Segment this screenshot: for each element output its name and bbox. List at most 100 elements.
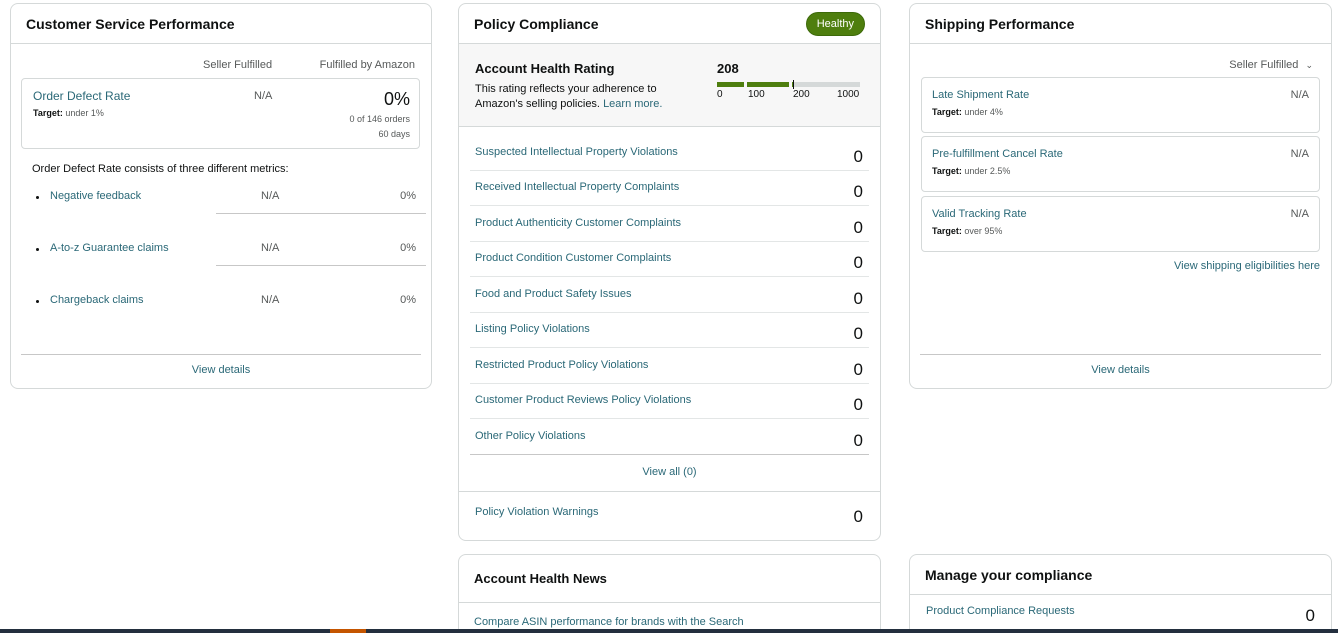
policy-row-value: 0 [853, 395, 863, 414]
policy-divider [459, 491, 880, 492]
odr-target-label: Target: [33, 108, 63, 118]
listing-policy-violations-link[interactable]: Listing Policy Violations [475, 323, 590, 335]
late-shipment-value: N/A [1290, 89, 1309, 101]
policy-row: Restricted Product Policy Violations 0 [470, 348, 869, 384]
odr-period: 60 days [378, 129, 410, 139]
policy-row: Listing Policy Violations 0 [470, 312, 869, 348]
footer-divider [21, 354, 421, 355]
ahr-score: 208 [717, 61, 739, 76]
odr-seller-value: N/A [254, 90, 273, 102]
col-fulfilled-by-amazon: Fulfilled by Amazon [319, 59, 415, 71]
shipping-eligibilities-link[interactable]: View shipping eligibilities here [1174, 260, 1320, 272]
learn-more-link[interactable]: Learn more. [603, 98, 662, 110]
policy-violation-warnings-link[interactable]: Policy Violation Warnings [475, 506, 599, 518]
negative-feedback-link[interactable]: Negative feedback [50, 190, 141, 202]
policy-row-value: 0 [853, 218, 863, 237]
manage-header: Manage your compliance [910, 555, 1331, 595]
col-seller-fulfilled: Seller Fulfilled [203, 59, 273, 71]
reviews-policy-violations-link[interactable]: Customer Product Reviews Policy Violatio… [475, 394, 691, 406]
policy-row-value: 0 [853, 182, 863, 201]
valid-tracking-rate-box: Valid Tracking Rate Target: over 95% N/A [921, 196, 1320, 252]
account-health-news-card: Account Health News Compare ASIN perform… [458, 554, 881, 633]
target-label: Target: [932, 166, 962, 176]
bullet [36, 196, 39, 199]
other-policy-violations-link[interactable]: Other Policy Violations [475, 430, 585, 442]
ahr-tick-200: 200 [793, 89, 810, 100]
metric-row-negative-feedback: Negative feedback N/A 0% [36, 190, 426, 242]
policy-row-value: 0 [853, 147, 863, 166]
order-defect-rate-box: Order Defect Rate Target: under 1% N/A 0… [21, 78, 420, 149]
manage-title: Manage your compliance [925, 566, 1093, 583]
product-compliance-requests-link[interactable]: Product Compliance Requests [926, 605, 1075, 617]
target-label: Target: [932, 226, 962, 236]
late-shipment-rate-box: Late Shipment Rate Target: under 4% N/A [921, 77, 1320, 133]
target-value: under 4% [964, 107, 1003, 117]
ahr-title: Account Health Rating [475, 61, 615, 76]
shipping-view-details-link[interactable]: View details [910, 364, 1331, 376]
a-to-z-claims-link[interactable]: A-to-z Guarantee claims [50, 242, 169, 254]
pre-fulfillment-cancel-rate-link[interactable]: Pre-fulfillment Cancel Rate [932, 148, 1063, 160]
target-value: over 95% [964, 226, 1003, 236]
account-health-rating-panel: Account Health Rating This rating reflec… [459, 44, 880, 127]
policy-row-value: 0 [853, 324, 863, 343]
footer-divider [920, 354, 1321, 355]
order-defect-rate-link[interactable]: Order Defect Rate [33, 89, 130, 103]
chargeback-seller: N/A [261, 294, 280, 306]
ahr-score-marker [793, 80, 794, 89]
tracking-rate-target: Target: over 95% [932, 226, 1002, 236]
policy-row: Received Intellectual Property Complaint… [470, 170, 869, 206]
authenticity-complaints-link[interactable]: Product Authenticity Customer Complaints [475, 217, 681, 229]
metric-row-chargeback: Chargeback claims N/A 0% [36, 294, 416, 346]
bottom-bar-accent [330, 629, 366, 633]
valid-tracking-rate-link[interactable]: Valid Tracking Rate [932, 208, 1027, 220]
policy-view-all-link[interactable]: View all (0) [459, 466, 880, 478]
policy-row-value: 0 [853, 360, 863, 379]
ahr-bar-segment-1 [717, 82, 744, 87]
policy-row: Product Condition Customer Complaints 0 [470, 241, 869, 277]
tracking-rate-value: N/A [1290, 208, 1309, 220]
healthy-status-badge: Healthy [805, 11, 865, 36]
policy-row: Suspected Intellectual Property Violatio… [470, 135, 869, 171]
customer-service-card: Customer Service Performance Seller Fulf… [10, 3, 432, 389]
news-header: Account Health News [459, 555, 880, 603]
late-shipment-rate-link[interactable]: Late Shipment Rate [932, 89, 1029, 101]
negative-feedback-seller: N/A [261, 190, 280, 202]
policy-row: Product Authenticity Customer Complaints… [470, 206, 869, 242]
policy-row-value: 0 [853, 253, 863, 272]
ahr-bar-segment-2 [747, 82, 789, 87]
restricted-product-violations-link[interactable]: Restricted Product Policy Violations [475, 359, 648, 371]
a-to-z-amazon: 0% [400, 242, 416, 254]
food-safety-issues-link[interactable]: Food and Product Safety Issues [475, 288, 632, 300]
news-article-link[interactable]: Compare ASIN performance for brands with… [474, 616, 744, 628]
received-ip-complaints-link[interactable]: Received Intellectual Property Complaint… [475, 181, 679, 193]
manage-compliance-card: Manage your compliance Product Complianc… [909, 554, 1332, 633]
metric-row-a-to-z: A-to-z Guarantee claims N/A 0% [36, 242, 426, 294]
cancel-rate-target: Target: under 2.5% [932, 166, 1010, 176]
target-value: under 2.5% [964, 166, 1011, 176]
customer-service-header: Customer Service Performance [11, 4, 431, 44]
policy-row: Food and Product Safety Issues 0 [470, 277, 869, 313]
ahr-bar-remaining [794, 82, 860, 87]
cancel-rate-box: Pre-fulfillment Cancel Rate Target: unde… [921, 136, 1320, 192]
shipping-fulfillment-filter[interactable]: Seller Fulfilled ⌄ [1229, 59, 1313, 71]
shipping-filter-label: Seller Fulfilled [1229, 59, 1299, 71]
suspected-ip-violations-link[interactable]: Suspected Intellectual Property Violatio… [475, 146, 678, 158]
compliance-requests-value: 0 [1305, 606, 1315, 625]
bullet [36, 248, 39, 251]
customer-service-title: Customer Service Performance [26, 15, 235, 32]
news-title: Account Health News [474, 571, 607, 586]
policy-compliance-card: Policy Compliance Healthy Account Health… [458, 3, 881, 541]
condition-complaints-link[interactable]: Product Condition Customer Complaints [475, 252, 671, 264]
policy-row: Other Policy Violations 0 [470, 419, 869, 455]
odr-target-value: under 1% [65, 108, 104, 118]
target-label: Target: [932, 107, 962, 117]
late-shipment-target: Target: under 4% [932, 107, 1003, 117]
chevron-down-icon: ⌄ [1305, 60, 1313, 70]
policy-row-value: 0 [853, 289, 863, 308]
policy-compliance-header: Policy Compliance Healthy [459, 4, 880, 44]
cs-view-details-link[interactable]: View details [11, 364, 431, 376]
cancel-rate-value: N/A [1290, 148, 1309, 160]
metric-divider [216, 265, 426, 266]
chargeback-claims-link[interactable]: Chargeback claims [50, 294, 144, 306]
shipping-header: Shipping Performance [910, 4, 1331, 44]
